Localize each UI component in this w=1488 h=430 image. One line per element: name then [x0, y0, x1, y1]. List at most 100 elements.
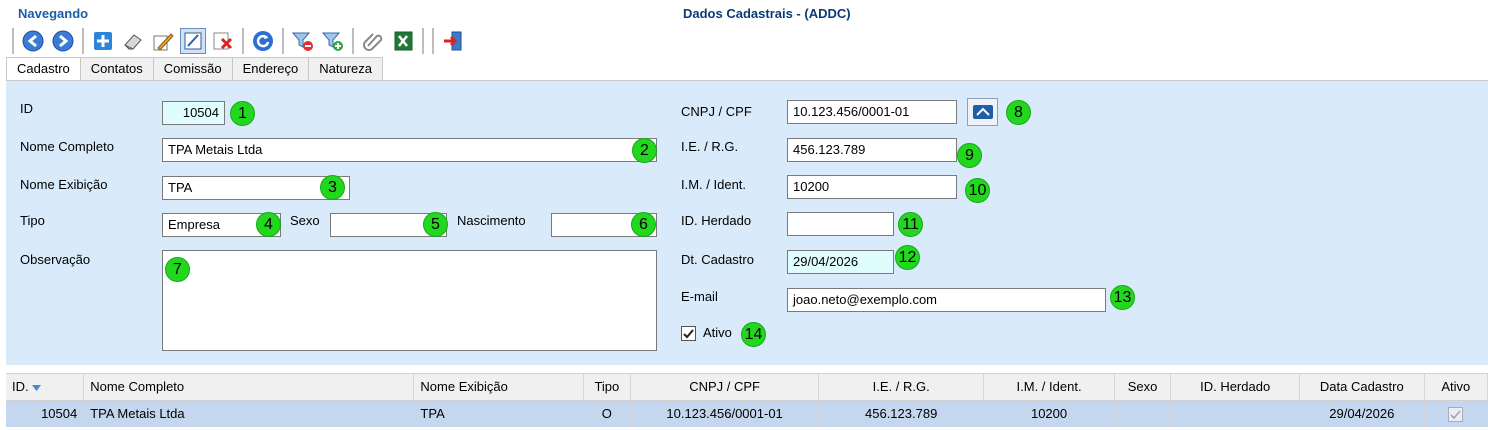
nome-completo-field[interactable]: TPA Metais Ltda [162, 138, 657, 162]
badge-10: 10 [965, 178, 990, 203]
attachment-icon[interactable] [360, 28, 386, 54]
refresh-icon[interactable] [250, 28, 276, 54]
column-header-cnpj[interactable]: CNPJ / CPF [631, 374, 820, 400]
column-header-ie[interactable]: I.E. / R.G. [819, 374, 985, 400]
nome-completo-label: Nome Completo [20, 139, 114, 154]
column-header-data-cadastro[interactable]: Data Cadastro [1300, 374, 1425, 400]
toolbar-separator [422, 28, 424, 54]
badge-7: 7 [165, 257, 190, 282]
column-header-id-herdado[interactable]: ID. Herdado [1171, 374, 1300, 400]
cell-sexo [1115, 401, 1172, 427]
toolbar-separator [12, 28, 14, 54]
cnpj-lookup-button[interactable] [967, 98, 998, 126]
edit-form-icon[interactable] [180, 28, 206, 54]
badge-11: 11 [898, 212, 923, 237]
column-header-nome-exibicao[interactable]: Nome Exibição [414, 374, 584, 400]
cnpj-label: CNPJ / CPF [681, 104, 752, 119]
dt-cadastro-field[interactable]: 29/04/2026 [787, 250, 894, 274]
badge-2: 2 [632, 138, 657, 163]
cell-nome-exibicao: TPA [414, 401, 584, 427]
cell-ie: 456.123.789 [819, 401, 985, 427]
column-header-id-label: ID. [12, 379, 29, 394]
window-title: Dados Cadastrais - (ADDC) [683, 6, 851, 21]
cell-id-herdado [1171, 401, 1300, 427]
badge-8: 8 [1006, 100, 1031, 125]
forward-arrow-icon[interactable] [50, 28, 76, 54]
exit-icon[interactable] [440, 28, 466, 54]
dt-cadastro-label: Dt. Cadastro [681, 252, 754, 267]
cell-data-cadastro: 29/04/2026 [1300, 401, 1425, 427]
column-header-nome-completo[interactable]: Nome Completo [84, 374, 415, 400]
ie-label: I.E. / R.G. [681, 139, 739, 154]
cell-nome-completo: TPA Metais Ltda [84, 401, 415, 427]
back-arrow-icon[interactable] [20, 28, 46, 54]
toolbar-separator [282, 28, 284, 54]
excel-export-icon[interactable] [390, 28, 416, 54]
delete-icon[interactable] [210, 28, 236, 54]
cell-ativo [1425, 401, 1488, 427]
tab-contatos[interactable]: Contatos [79, 57, 154, 80]
table-row[interactable]: 10504 TPA Metais Ltda TPA O 10.123.456/0… [6, 401, 1488, 427]
observacao-textarea[interactable] [162, 250, 657, 351]
im-label: I.M. / Ident. [681, 177, 747, 192]
badge-6: 6 [631, 212, 656, 237]
badge-12: 12 [895, 245, 920, 270]
edit-pencil-icon[interactable] [150, 28, 176, 54]
id-field[interactable]: 10504 [162, 101, 225, 125]
column-header-tipo[interactable]: Tipo [584, 374, 632, 400]
eraser-icon[interactable] [120, 28, 146, 54]
cell-cnpj: 10.123.456/0001-01 [631, 401, 820, 427]
filter-add-icon[interactable] [320, 28, 346, 54]
email-label: E-mail [681, 289, 718, 304]
toolbar-separator [242, 28, 244, 54]
ativo-checkbox[interactable] [681, 326, 696, 343]
email-field[interactable]: joao.neto@exemplo.com [787, 288, 1106, 312]
badge-4: 4 [256, 212, 281, 237]
cell-tipo: O [584, 401, 632, 427]
nome-exibicao-label: Nome Exibição [20, 177, 108, 192]
id-herdado-label: ID. Herdado [681, 213, 752, 228]
badge-1: 1 [230, 101, 255, 126]
cell-im: 10200 [984, 401, 1115, 427]
tab-comissao[interactable]: Comissão [152, 57, 233, 80]
data-grid: ID. Nome Completo Nome Exibição Tipo CNP… [6, 373, 1488, 427]
im-field[interactable]: 10200 [787, 175, 957, 199]
ativo-label: Ativo [703, 325, 732, 340]
ie-field[interactable]: 456.123.789 [787, 138, 957, 162]
tipo-label: Tipo [20, 213, 45, 228]
sort-descending-icon [32, 385, 42, 391]
badge-9: 9 [957, 143, 982, 168]
checkmark-icon [1450, 410, 1461, 420]
status-text: Navegando [18, 6, 89, 21]
badge-14: 14 [741, 322, 766, 347]
cnpj-field[interactable]: 10.123.456/0001-01 [787, 100, 957, 124]
toolbar-separator [432, 28, 434, 54]
column-header-im[interactable]: I.M. / Ident. [984, 374, 1115, 400]
column-header-id[interactable]: ID. [6, 374, 85, 400]
id-herdado-field[interactable] [787, 212, 894, 236]
toolbar-separator [82, 28, 84, 54]
column-header-ativo[interactable]: Ativo [1425, 374, 1488, 400]
column-header-sexo[interactable]: Sexo [1115, 374, 1172, 400]
toolbar-separator [352, 28, 354, 54]
lookup-card-icon [972, 105, 993, 119]
observacao-label: Observação [20, 252, 91, 267]
tab-bar: Cadastro Contatos Comissão Endereço Natu… [6, 57, 383, 82]
tab-natureza[interactable]: Natureza [308, 57, 383, 80]
add-icon[interactable] [90, 28, 116, 54]
nascimento-label: Nascimento [457, 213, 526, 228]
badge-13: 13 [1110, 285, 1135, 310]
checkmark-icon [683, 329, 694, 339]
filter-remove-icon[interactable] [290, 28, 316, 54]
grid-ativo-checkbox [1448, 407, 1464, 423]
cell-id: 10504 [6, 401, 85, 427]
badge-5: 5 [423, 212, 448, 237]
tab-endereco[interactable]: Endereço [231, 57, 310, 80]
toolbar [10, 26, 470, 56]
tab-cadastro[interactable]: Cadastro [6, 57, 81, 82]
sexo-label: Sexo [290, 213, 320, 228]
grid-header-row: ID. Nome Completo Nome Exibição Tipo CNP… [6, 373, 1488, 401]
checkbox-box [681, 326, 696, 341]
badge-3: 3 [320, 175, 345, 200]
id-label: ID [20, 101, 33, 116]
